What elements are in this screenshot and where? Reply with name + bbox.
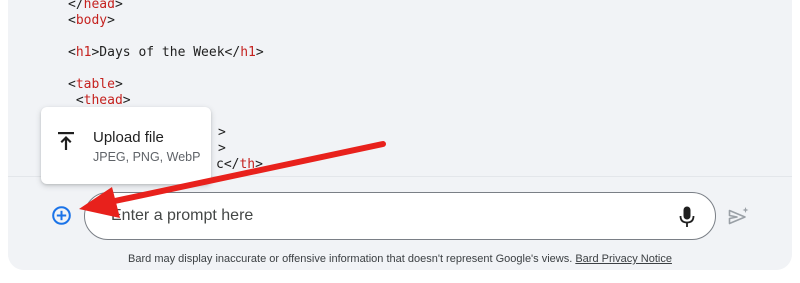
code-line: </head> (68, 0, 123, 12)
disclaimer-text: Bard may display inaccurate or offensive… (128, 253, 573, 265)
code-line: <h1>Days of the Week</h1> (68, 45, 264, 60)
code-line: <table> (68, 77, 123, 92)
code-line: <body> (68, 13, 115, 28)
disclaimer: Bard may display inaccurate or offensive… (0, 253, 800, 265)
add-circle-icon[interactable] (52, 206, 71, 225)
code-line: c</th> (216, 157, 263, 172)
code-line: > (218, 141, 226, 156)
upload-icon (58, 132, 74, 150)
upload-file-label[interactable]: Upload file (93, 129, 164, 146)
mic-icon[interactable] (679, 206, 695, 228)
send-icon[interactable] (728, 206, 750, 226)
upload-file-types: JPEG, PNG, WebP (93, 150, 201, 164)
upload-file-menu[interactable]: Upload file JPEG, PNG, WebP (41, 107, 211, 184)
prompt-input[interactable] (111, 193, 651, 239)
code-line: > (218, 125, 226, 140)
prompt-box (84, 192, 716, 240)
privacy-notice-link[interactable]: Bard Privacy Notice (575, 253, 672, 265)
